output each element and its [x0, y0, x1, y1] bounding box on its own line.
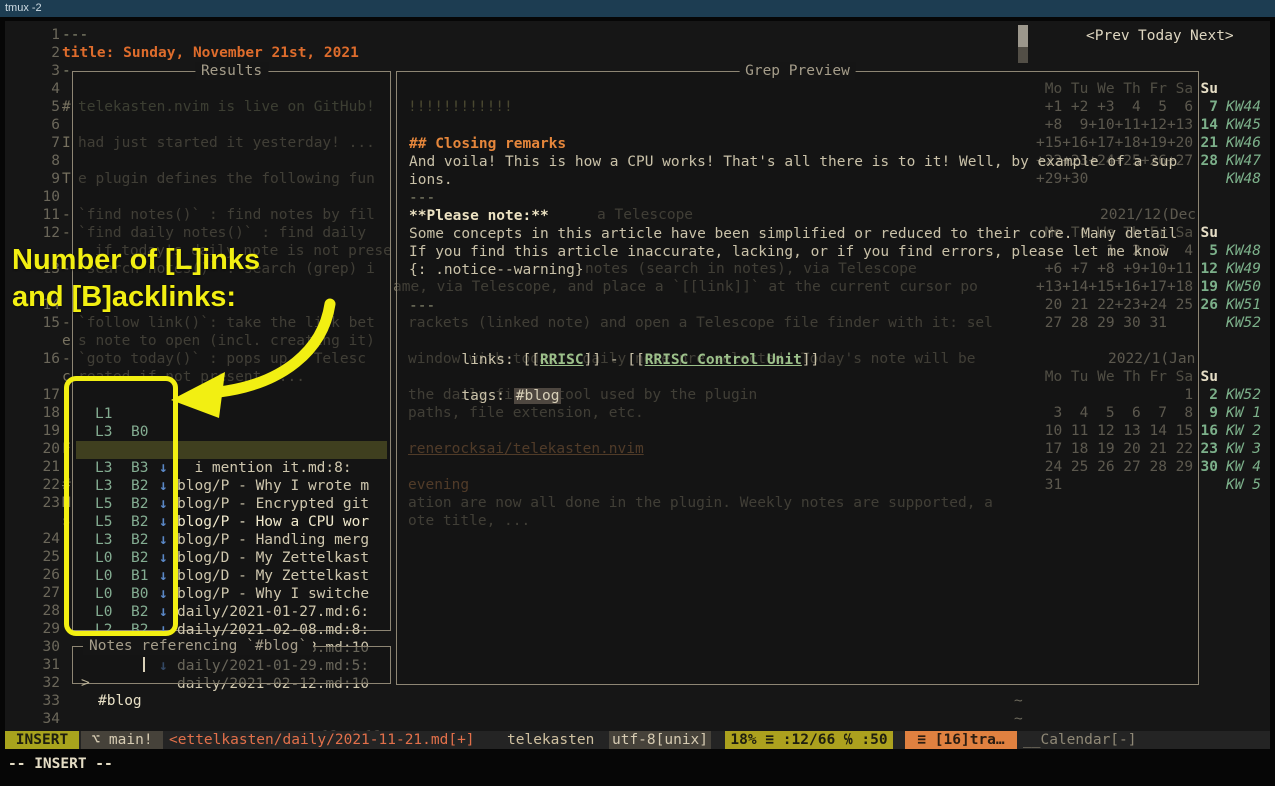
encoding-indicator: utf-8[unix]	[609, 731, 711, 749]
preview-tags-line: tags: #blog	[409, 369, 561, 423]
calendar-week-number: KW44	[1226, 98, 1261, 116]
dim-fragment: T	[62, 170, 71, 188]
buffer-line-yaml-end: -	[62, 62, 71, 80]
mode-indicator: INSERT	[5, 731, 79, 749]
command-line-mode: -- INSERT --	[8, 755, 113, 773]
calendar-week-number: KW52	[1226, 314, 1261, 332]
terminal-screen: tmux -2 1 2 3 4 5 6 7 8 9 10 11 12 13 14…	[0, 0, 1275, 786]
wiki-link-rrisc-control-unit[interactable]: RRISC Control Unit	[645, 352, 802, 368]
prompt-input[interactable]: > #blog 13 / 13	[73, 656, 390, 674]
dim-fragment: I	[62, 134, 71, 152]
text-cursor	[143, 657, 145, 672]
calendar-statusline: __Calendar[-]	[1023, 731, 1137, 749]
links-mid: ]] - [[	[584, 352, 645, 368]
results-title: Results	[195, 62, 268, 80]
tmux-title-bar: tmux -2	[0, 0, 1275, 17]
prompt-title: Notes referencing `#blog`	[83, 637, 313, 655]
dim-fragment: e	[62, 332, 71, 350]
warning-indicator: ≡ [16]tra…	[905, 731, 1017, 749]
tag-highlight: #blog	[514, 388, 562, 404]
calendar-week-number: KW47	[1226, 152, 1261, 170]
calendar-week-number: KW48	[1226, 242, 1261, 260]
calendar-week-number: KW 1	[1226, 404, 1261, 422]
prompt-window: Notes referencing `#blog` > #blog 13 / 1…	[72, 646, 391, 684]
calendar-week-number: KW50	[1226, 278, 1261, 296]
preview-line: And voila! This is how a CPU works! That…	[409, 153, 1177, 171]
preview-heading: ## Closing remarks	[409, 135, 566, 153]
calendar-next-button[interactable]: Next>	[1190, 27, 1234, 45]
prompt-query: #blog	[98, 692, 142, 710]
buffer-line-yaml-start: ---	[62, 26, 88, 44]
preview-line: If you find this article inaccurate, lac…	[409, 243, 1169, 261]
calendar-today-button[interactable]: Today	[1138, 27, 1182, 45]
plugin-name: telekasten	[507, 731, 594, 749]
tags-prefix: tags:	[461, 388, 513, 404]
calendar-week-number: KW 5	[1226, 476, 1261, 494]
line-number-gutter: 1 2 3 4 5 6 7 8 9 10 11 12 13 14 15 16 1…	[24, 26, 60, 728]
calendar-week-number: KW48	[1226, 170, 1261, 188]
prompt-char: >	[81, 674, 90, 692]
dim-fragment: -	[62, 314, 71, 332]
links-suffix: ]]	[802, 352, 819, 368]
preview-divider: ---	[409, 189, 435, 207]
buffer-line-title: title: Sunday, November 21st, 2021	[62, 44, 359, 62]
calendar-prev-button[interactable]: <Prev	[1086, 27, 1130, 45]
annotation-highlight-box	[64, 376, 178, 636]
statusbar: INSERT ⌥ main! <ettelkasten/daily/2021-1…	[5, 731, 1270, 749]
preview-line: {: .notice--warning}	[409, 261, 584, 279]
annotation-arrow	[155, 292, 355, 422]
scrollbar-track	[1018, 47, 1028, 63]
calendar-week-number: KW52	[1226, 386, 1261, 404]
position-indicator: 18% ≡ :12/66 ℅ :50	[725, 731, 893, 749]
annotation-line-1: Number of [L]inks	[12, 242, 260, 279]
preview-divider: ---	[409, 297, 435, 315]
dim-fragment: -	[62, 206, 71, 224]
tilde-marker: ~	[1014, 710, 1023, 728]
preview-window: Grep Preview ## Closing remarks And voil…	[396, 71, 1199, 685]
git-branch: ⌥ main!	[81, 731, 163, 749]
preview-line: ions.	[409, 171, 453, 189]
calendar-week-number: KW51	[1226, 296, 1261, 314]
calendar-week-number: KW49	[1226, 260, 1261, 278]
calendar-week-number: KW46	[1226, 134, 1261, 152]
dim-fragment: #	[62, 98, 71, 116]
calendar-week-number: KW 3	[1226, 440, 1261, 458]
dim-fragment: -	[62, 350, 71, 368]
tmux-title: tmux -2	[0, 2, 42, 14]
preview-title: Grep Preview	[739, 62, 856, 80]
preview-line: Some concepts in this article have been …	[409, 225, 1177, 243]
calendar-week-number: KW 2	[1226, 422, 1261, 440]
calendar-week-number: KW 4	[1226, 458, 1261, 476]
preview-line-bold: **Please note:**	[409, 207, 549, 225]
dim-fragment: -	[62, 224, 71, 242]
links-prefix: links: [[	[461, 352, 540, 368]
file-path: <ettelkasten/daily/2021-11-21.md[+]	[169, 731, 475, 749]
wiki-link-rrisc[interactable]: RRISC	[540, 352, 584, 368]
scrollbar-thumb[interactable]	[1018, 25, 1028, 47]
tilde-marker: ~	[1014, 692, 1023, 710]
calendar-week-number: KW45	[1226, 116, 1261, 134]
